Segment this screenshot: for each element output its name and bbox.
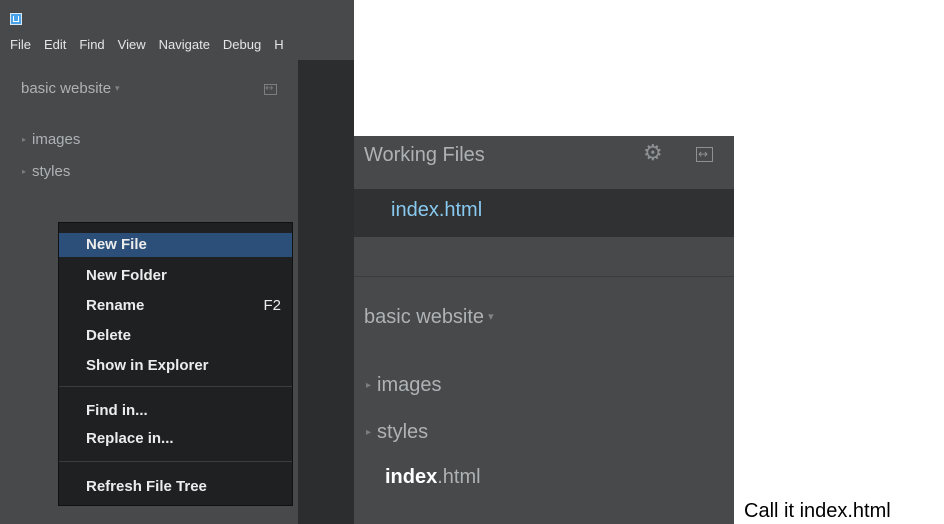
working-files-header: Working Files ⚙: [354, 136, 734, 188]
ctx-item-label: Rename: [86, 297, 145, 314]
brackets-window: File Edit Find View Navigate Debug H bas…: [0, 0, 354, 524]
editor-area[interactable]: [298, 60, 354, 524]
ctx-item-label: Find in...: [86, 402, 148, 419]
project-name: basic website: [364, 306, 485, 328]
chevron-down-icon: ▾: [115, 83, 120, 93]
tree-folder-label: styles: [377, 421, 429, 443]
split-view-icon[interactable]: [696, 145, 713, 163]
ctx-delete[interactable]: Delete: [59, 324, 292, 348]
menu-separator: [59, 386, 292, 387]
menu-bar: File Edit Find View Navigate Debug H: [0, 0, 354, 60]
zoomed-sidebar: Working Files ⚙ index.html basic website…: [354, 136, 734, 524]
project-dropdown[interactable]: basic website ▾: [364, 306, 494, 329]
ctx-replace-in[interactable]: Replace in...: [59, 427, 292, 451]
menu-view[interactable]: View: [118, 37, 146, 52]
chevron-right-icon: ▸: [22, 167, 27, 176]
file-basename: index: [385, 466, 438, 488]
split-view-icon[interactable]: [264, 81, 277, 97]
working-file-item[interactable]: index.html: [354, 189, 734, 237]
tree-file-index[interactable]: index.html: [385, 466, 481, 489]
caption-text: Call it index.html: [744, 500, 891, 522]
tree-folder-images[interactable]: ▸ images: [366, 374, 442, 397]
gear-icon[interactable]: ⚙: [643, 142, 663, 166]
file-extension: .html: [437, 466, 481, 488]
menu-separator: [59, 461, 292, 462]
menu-debug[interactable]: Debug: [223, 37, 261, 52]
menu-help[interactable]: H: [274, 37, 283, 52]
chevron-right-icon: ▸: [366, 380, 372, 391]
brackets-app-icon: [10, 13, 22, 25]
ctx-shortcut: F2: [263, 297, 281, 314]
menu-edit[interactable]: Edit: [44, 37, 66, 52]
ctx-item-label: New Folder: [86, 267, 167, 284]
tree-folder-label: images: [32, 131, 81, 148]
working-file-label: index.html: [391, 199, 483, 221]
tree-folder-images[interactable]: ▸ images: [22, 131, 80, 148]
tree-folder-label: images: [377, 374, 442, 396]
menu-find[interactable]: Find: [79, 37, 104, 52]
tree-folder-label: styles: [32, 163, 71, 180]
ctx-item-label: Replace in...: [86, 430, 174, 447]
tree-folder-styles[interactable]: ▸ styles: [366, 421, 428, 444]
menu-navigate[interactable]: Navigate: [159, 37, 210, 52]
context-menu: New File New Folder Rename F2 Delete Sho…: [58, 222, 293, 506]
ctx-show-in-explorer[interactable]: Show in Explorer: [59, 354, 292, 378]
ctx-item-label: Refresh File Tree: [86, 478, 207, 495]
ctx-rename[interactable]: Rename F2: [59, 294, 292, 318]
ctx-item-label: Delete: [86, 327, 132, 344]
ctx-item-label: New File: [86, 236, 147, 253]
ctx-item-label: Show in Explorer: [86, 357, 209, 374]
ctx-new-file[interactable]: New File: [59, 233, 292, 257]
menu-items: File Edit Find View Navigate Debug H: [10, 37, 284, 52]
ctx-find-in[interactable]: Find in...: [59, 399, 292, 423]
project-dropdown[interactable]: basic website ▾: [21, 80, 120, 97]
working-files-title: Working Files: [364, 144, 485, 166]
menu-file[interactable]: File: [10, 37, 31, 52]
ctx-refresh-file-tree[interactable]: Refresh File Tree: [59, 475, 292, 499]
divider: [354, 276, 734, 277]
chevron-right-icon: ▸: [366, 427, 372, 438]
ctx-new-folder[interactable]: New Folder: [59, 264, 292, 288]
tree-folder-styles[interactable]: ▸ styles: [22, 163, 70, 180]
chevron-down-icon: ▾: [488, 311, 494, 323]
chevron-right-icon: ▸: [22, 135, 27, 144]
project-name: basic website: [21, 80, 112, 97]
